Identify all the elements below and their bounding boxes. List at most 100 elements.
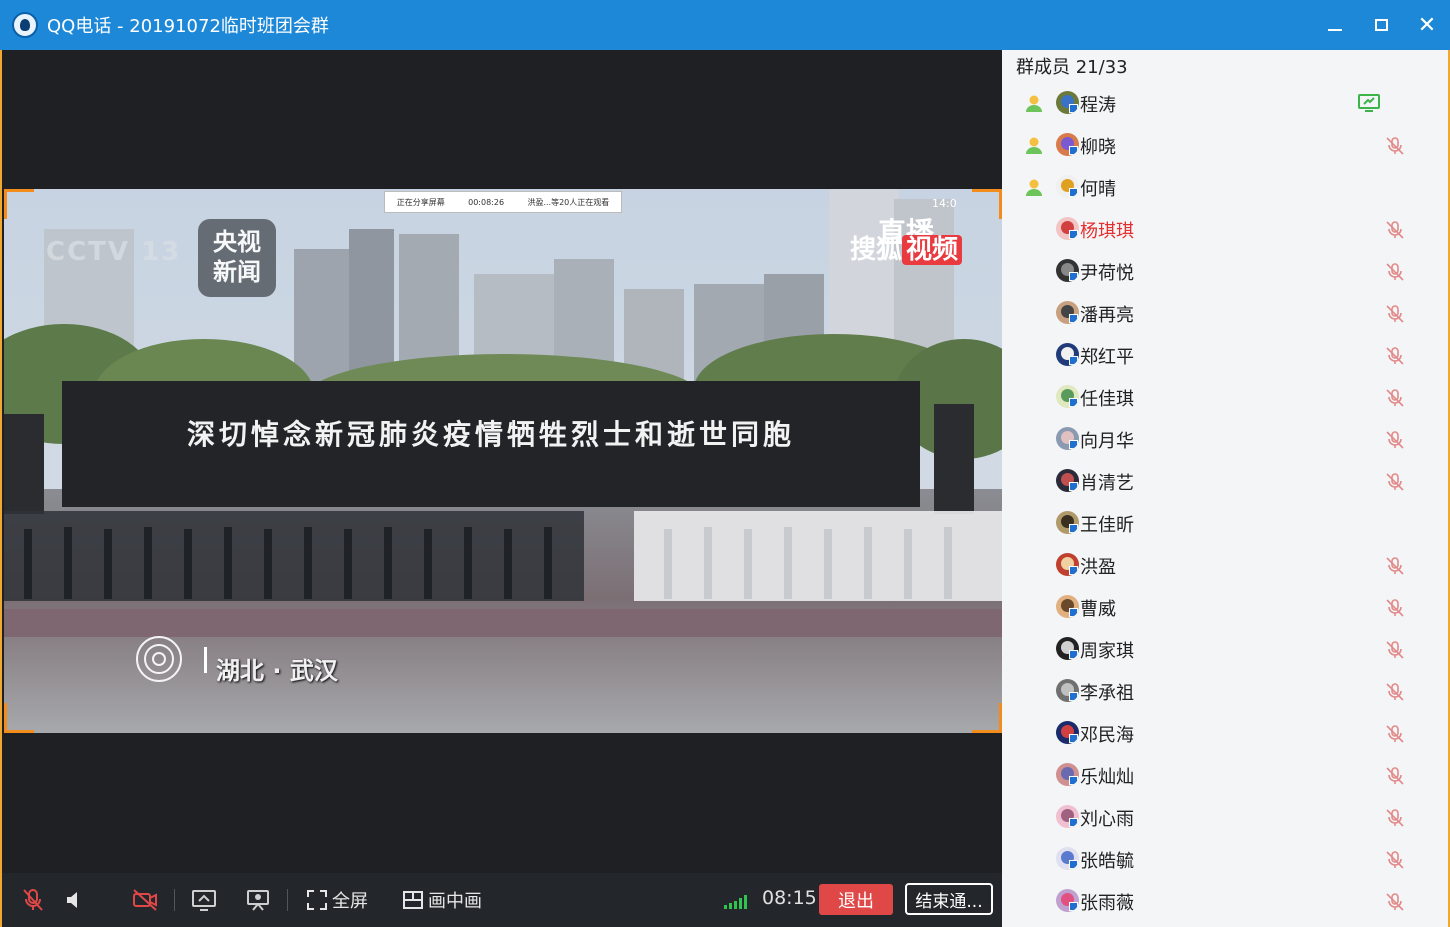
mic-muted-icon: [1384, 345, 1406, 367]
memorial-banner: 深切悼念新冠肺炎疫情牺牲烈士和逝世同胞: [62, 381, 920, 507]
member-name: 向月华: [1080, 431, 1134, 452]
user-icon: [1024, 135, 1044, 155]
news-logo: 央视 新闻: [198, 219, 276, 297]
member-row[interactable]: 任佳琪: [1002, 376, 1448, 418]
member-row[interactable]: 杨琪琪: [1002, 208, 1448, 250]
avatar: [1056, 133, 1079, 156]
avatar: [1056, 343, 1079, 366]
avatar: [1056, 847, 1079, 870]
avatar: [1056, 427, 1079, 450]
mic-muted-icon: [1384, 303, 1406, 325]
minimize-icon: [1328, 29, 1342, 31]
camera-button[interactable]: [130, 873, 160, 927]
picture-in-picture-icon: [398, 885, 428, 915]
member-row[interactable]: 张皓毓: [1002, 838, 1448, 880]
member-row[interactable]: 何晴: [1002, 166, 1448, 208]
minimize-button[interactable]: [1312, 0, 1358, 50]
member-row[interactable]: 王佳昕: [1002, 502, 1448, 544]
share-duration: 00:08:26: [468, 197, 505, 207]
member-row[interactable]: 邓民海: [1002, 712, 1448, 754]
close-icon: ✕: [1417, 12, 1437, 38]
mic-button[interactable]: [18, 873, 48, 927]
mic-muted-icon: [1384, 387, 1406, 409]
mic-muted-icon: [1384, 891, 1406, 913]
mic-muted-icon: [18, 885, 48, 915]
close-button[interactable]: ✕: [1404, 0, 1450, 50]
member-name: 李承祖: [1080, 683, 1134, 704]
video-area: 深切悼念新冠肺炎疫情牺牲烈士和逝世同胞 CCTV 13 央视 新闻 直播 搜狐视…: [0, 50, 1002, 873]
member-name: 张雨薇: [1080, 893, 1134, 914]
cctv-logo: CCTV 13: [46, 237, 182, 267]
member-name: 邓民海: [1080, 725, 1134, 746]
maximize-button[interactable]: [1358, 0, 1404, 50]
member-name: 王佳昕: [1080, 515, 1134, 536]
member-row[interactable]: 程涛: [1002, 82, 1448, 124]
share-screen-button[interactable]: [189, 873, 219, 927]
user-icon: [1024, 93, 1044, 113]
mic-muted-icon: [1384, 555, 1406, 577]
window-title: QQ电话 - 20191072临时班团会群: [47, 16, 329, 37]
member-name: 周家琪: [1080, 641, 1134, 662]
member-row[interactable]: 曹威: [1002, 586, 1448, 628]
mic-muted-icon: [1384, 849, 1406, 871]
member-row[interactable]: 向月华: [1002, 418, 1448, 460]
mic-muted-icon: [1384, 429, 1406, 451]
mic-muted-icon: [1384, 807, 1406, 829]
share-status-text: 正在分享屏幕: [396, 197, 445, 207]
fullscreen-button[interactable]: 全屏: [302, 873, 368, 927]
member-row[interactable]: 肖清艺: [1002, 460, 1448, 502]
member-row[interactable]: 张雨薇: [1002, 880, 1448, 922]
member-name: 刘心雨: [1080, 809, 1134, 830]
location-caption: 湖北 · 武汉: [216, 657, 338, 685]
member-name: 何晴: [1080, 179, 1116, 200]
member-name: 潘再亮: [1080, 305, 1134, 326]
exit-button[interactable]: 退出: [819, 884, 893, 915]
mic-muted-icon: [1384, 135, 1406, 157]
mic-muted-icon: [1384, 219, 1406, 241]
member-name: 柳晓: [1080, 137, 1116, 158]
fullscreen-icon: [302, 885, 332, 915]
pip-button[interactable]: 画中画: [398, 873, 482, 927]
member-row[interactable]: 郑红平: [1002, 334, 1448, 376]
member-row[interactable]: 周家琪: [1002, 628, 1448, 670]
pip-label: 画中画: [428, 891, 482, 912]
speaker-icon: [60, 885, 90, 915]
live-time: 14:0: [932, 197, 957, 210]
avatar: [1056, 301, 1079, 324]
mic-muted-icon: [1384, 597, 1406, 619]
member-row[interactable]: 李承祖: [1002, 670, 1448, 712]
member-name: 程涛: [1080, 95, 1116, 116]
speaker-button[interactable]: [60, 873, 90, 927]
frame-corner: [972, 189, 1002, 219]
member-count: 群成员 21/33: [1016, 57, 1128, 78]
member-row[interactable]: 刘心雨: [1002, 796, 1448, 838]
sohu-logo: 搜狐 视频: [850, 229, 963, 266]
member-row[interactable]: 柳晓: [1002, 124, 1448, 166]
member-list: 程涛柳晓何晴杨琪琪尹荷悦潘再亮郑红平 任佳琪向月华肖清艺王佳昕洪盈曹威周家琪李承祖…: [1002, 82, 1448, 922]
mic-muted-icon: [1384, 261, 1406, 283]
avatar: [1056, 217, 1079, 240]
member-name: 尹荷悦: [1080, 263, 1134, 284]
call-timer: 08:15: [762, 887, 817, 909]
share-viewers: 洪盈...等20人正在观看: [527, 197, 610, 207]
member-row[interactable]: 洪盈: [1002, 544, 1448, 586]
frame-corner: [972, 703, 1002, 733]
avatar: [1056, 805, 1079, 828]
demo-button[interactable]: [243, 873, 273, 927]
news-logo-line2: 新闻: [213, 258, 261, 286]
member-panel: 群成员 21/33 程涛柳晓何晴杨琪琪尹荷悦潘再亮郑红平 任佳琪向月华肖清艺王佳昕…: [1002, 50, 1450, 927]
shared-screen[interactable]: 深切悼念新冠肺炎疫情牺牲烈士和逝世同胞 CCTV 13 央视 新闻 直播 搜狐视…: [4, 189, 1002, 733]
end-call-button[interactable]: 结束通...: [905, 883, 993, 915]
camera-off-icon: [130, 885, 160, 915]
window-controls: ✕: [1312, 0, 1450, 50]
avatar: [1056, 721, 1079, 744]
member-row[interactable]: 乐灿灿: [1002, 754, 1448, 796]
member-row[interactable]: 尹荷悦: [1002, 250, 1448, 292]
avatar: [1056, 637, 1079, 660]
mic-muted-icon: [1384, 681, 1406, 703]
title-bar: QQ电话 - 20191072临时班团会群 ✕: [0, 0, 1450, 50]
maximize-icon: [1374, 19, 1388, 31]
member-name: 曹威: [1080, 599, 1116, 620]
avatar: [1056, 511, 1079, 534]
member-row[interactable]: 潘再亮: [1002, 292, 1448, 334]
